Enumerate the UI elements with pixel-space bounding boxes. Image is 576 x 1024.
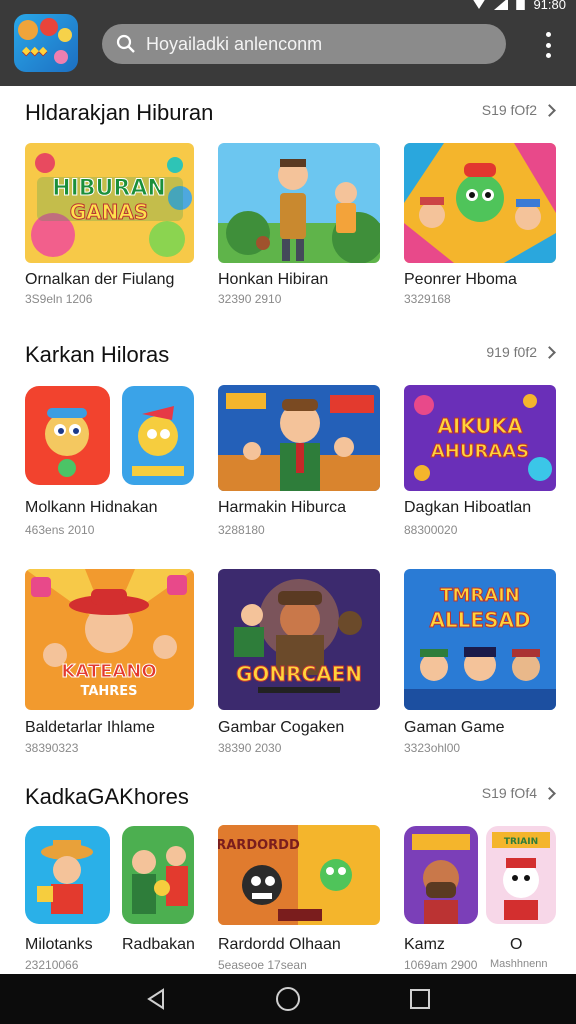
- svg-text:AIKUKA: AIKUKA: [437, 414, 523, 438]
- signal-icon: [494, 0, 509, 10]
- game-title: Gaman Game: [404, 719, 505, 736]
- overflow-menu-icon[interactable]: [540, 32, 556, 58]
- game-title: Milotanks: [25, 936, 93, 953]
- svg-text:KATEANO: KATEANO: [61, 661, 156, 682]
- game-title: Honkan Hibiran: [218, 271, 329, 288]
- game-thumbnail[interactable]: RARDORDD: [218, 825, 380, 925]
- game-meta: 1069am 2900: [404, 958, 478, 972]
- game-title: Radbakan: [122, 936, 195, 953]
- game-meta: 3S9eln 1206: [25, 292, 93, 306]
- game-title: Rardordd Olhaan: [218, 936, 341, 953]
- game-thumbnail[interactable]: [218, 143, 380, 263]
- svg-text:TRIAIN: TRIAIN: [504, 837, 538, 847]
- see-more-link[interactable]: S19 fOf4: [481, 785, 556, 801]
- game-title: Ornalkan der Fiulang: [25, 271, 175, 288]
- game-meta: 38390323: [25, 741, 79, 755]
- game-title: O: [510, 936, 523, 953]
- game-thumbnail[interactable]: GONRCAEN: [218, 569, 380, 710]
- game-icon-tile[interactable]: TRIAIN: [486, 826, 556, 924]
- battery-icon: [516, 0, 526, 10]
- svg-text:TAHRES: TAHRES: [80, 684, 137, 699]
- game-thumbnail[interactable]: KATEANO TAHRES: [25, 569, 194, 710]
- game-thumbnail[interactable]: [218, 385, 380, 491]
- game-thumbnail[interactable]: HIBURAN GANAS: [25, 143, 194, 263]
- status-bar: 91:80: [472, 0, 566, 12]
- home-icon[interactable]: [274, 985, 302, 1013]
- app-logo-mark: ◆◆◆: [22, 44, 48, 57]
- chevron-right-icon: [543, 345, 556, 359]
- svg-text:ALLESAD: ALLESAD: [429, 608, 530, 632]
- search-input[interactable]: [146, 33, 486, 55]
- svg-text:TMRAIN: TMRAIN: [440, 585, 520, 606]
- svg-text:AHURAAS: AHURAAS: [431, 441, 529, 462]
- game-icon-tile[interactable]: [25, 826, 110, 924]
- recents-icon[interactable]: [406, 985, 434, 1013]
- see-more-label: 919 f0f2: [486, 344, 537, 360]
- section-title: Karkan Hiloras: [25, 342, 170, 367]
- status-time: 91:80: [533, 0, 566, 12]
- game-title: Molkann Hidnakan: [25, 499, 158, 516]
- game-meta: Mashhnenn: [490, 958, 548, 970]
- see-more-label: S19 fOf2: [481, 102, 537, 118]
- see-more-link[interactable]: 919 f0f2: [486, 344, 556, 360]
- wifi-icon: [473, 0, 486, 9]
- back-icon[interactable]: [142, 985, 170, 1013]
- game-icon-tile[interactable]: [122, 386, 194, 485]
- game-icon-tile[interactable]: [122, 826, 194, 924]
- game-thumbnail[interactable]: [404, 143, 556, 263]
- game-meta: 38390 2030: [218, 741, 282, 755]
- game-title: Harmakin Hiburca: [218, 499, 347, 516]
- section-title: Hldarakjan Hiburan: [25, 100, 214, 125]
- section-title: KadkaGAKhores: [25, 784, 189, 809]
- search-bar[interactable]: [102, 24, 506, 64]
- game-meta: 5easeoe 17sean: [218, 958, 307, 972]
- chevron-right-icon: [543, 786, 556, 800]
- game-title: Baldetarlar Ihlame: [25, 719, 155, 736]
- game-title: Dagkan Hiboatlan: [404, 499, 532, 516]
- game-thumbnail[interactable]: AIKUKA AHURAAS: [404, 385, 556, 491]
- svg-text:RARDORDD: RARDORDD: [218, 838, 300, 853]
- svg-text:GONRCAEN: GONRCAEN: [236, 662, 362, 686]
- game-meta: 32390 2910: [218, 292, 282, 306]
- search-icon: [116, 34, 135, 53]
- game-meta: 3323ohl00: [404, 741, 461, 755]
- game-title: Kamz: [404, 936, 445, 953]
- game-thumbnail[interactable]: TMRAIN ALLESAD: [404, 569, 556, 710]
- app-bar: 91:80 ◆◆◆: [0, 0, 576, 86]
- see-more-label: S19 fOf4: [481, 785, 537, 801]
- game-meta: 3329168: [404, 292, 451, 306]
- svg-text:GANAS: GANAS: [70, 200, 149, 224]
- system-nav-bar: [0, 974, 576, 1024]
- see-more-link[interactable]: S19 fOf2: [481, 102, 556, 118]
- game-meta: 88300020: [404, 523, 458, 537]
- game-meta: 23210066: [25, 958, 79, 972]
- svg-text:HIBURAN: HIBURAN: [52, 176, 166, 201]
- game-icon-tile[interactable]: [404, 826, 478, 924]
- chevron-right-icon: [543, 103, 556, 117]
- game-meta: 3288180: [218, 523, 265, 537]
- game-title: Gambar Cogaken: [218, 719, 345, 736]
- store-content[interactable]: Hldarakjan Hiburan S19 fOf2 HIBURAN GANA…: [6, 86, 570, 974]
- game-title: Peonrer Hboma: [404, 271, 517, 288]
- game-meta: 463ens 2010: [25, 523, 95, 537]
- game-icon-tile[interactable]: [25, 386, 110, 485]
- app-logo[interactable]: ◆◆◆: [14, 14, 78, 72]
